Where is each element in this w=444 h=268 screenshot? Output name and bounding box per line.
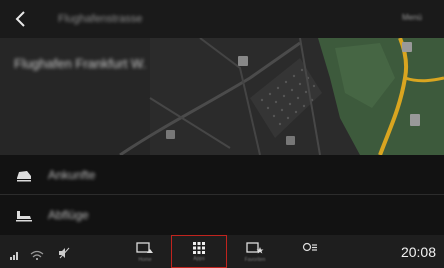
map-location-label: Flughafen Frankfurt W. [14, 56, 147, 71]
list-item-label: Ankunfte [48, 168, 96, 182]
map-view[interactable]: Flughafen Frankfurt W. [0, 38, 444, 155]
favorites-button[interactable]: Favoriten [240, 235, 270, 268]
departure-icon [0, 207, 48, 223]
apps-button[interactable]: Apps [171, 235, 227, 268]
page-title: Flughafenstrasse [58, 13, 143, 25]
car-arrival-icon [0, 167, 48, 183]
bottom-bar: Home Apps Favoriten 20:08 [0, 235, 444, 268]
favorites-label: Favoriten [244, 256, 266, 263]
wifi-icon [30, 247, 44, 265]
home-screen-button[interactable]: Home [130, 235, 160, 268]
header-bar: Flughafenstrasse Menü [0, 0, 444, 38]
back-button[interactable] [0, 0, 40, 38]
list-item-departures[interactable]: Abflüge [0, 195, 444, 235]
home-screen-icon [136, 241, 153, 253]
favorites-icon [246, 241, 264, 253]
list-item-arrivals[interactable]: Ankunfte [0, 155, 444, 195]
chevron-left-icon [15, 11, 25, 27]
settings-button[interactable] [295, 235, 325, 268]
clock: 20:08 [400, 244, 436, 260]
destination-list: Ankunfte Abflüge [0, 155, 444, 235]
list-item-label: Abflüge [48, 208, 89, 222]
mute-icon[interactable] [58, 246, 70, 264]
header-menu-button[interactable]: Menü [402, 13, 422, 22]
grid-icon [193, 241, 205, 254]
home-screen-label: Home [138, 256, 152, 263]
apps-label: Apps [193, 255, 205, 262]
signal-icon [10, 247, 22, 265]
light-settings-icon [302, 242, 317, 251]
infotainment-screen: Flughafenstrasse Menü Flughafen Frankfur… [0, 0, 444, 268]
